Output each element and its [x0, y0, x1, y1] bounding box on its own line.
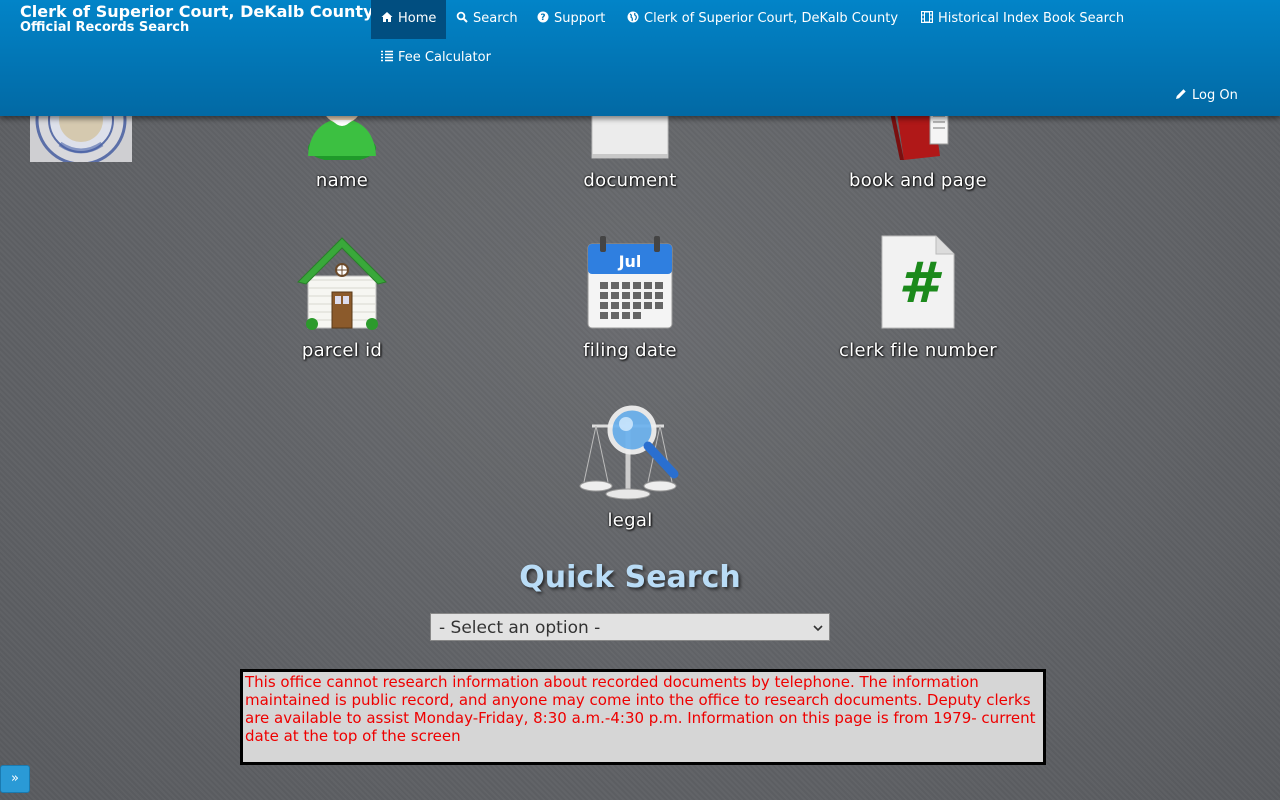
nav-historical-label: Historical Index Book Search [938, 11, 1125, 26]
film-icon [921, 11, 933, 23]
nav-fee-label: Fee Calculator [398, 50, 491, 65]
question-circle-icon: ? [537, 11, 549, 23]
tile-label-clerk-file: clerk file number [838, 340, 997, 361]
pencil-icon [1175, 88, 1187, 100]
globe-icon [627, 11, 639, 23]
nav-logon-label: Log On [1192, 88, 1238, 103]
brand[interactable]: Clerk of Superior Court, DeKalb County O… [20, 3, 374, 35]
top-navbar: Clerk of Superior Court, DeKalb County O… [0, 0, 1280, 116]
tile-label-book-page: book and page [848, 170, 988, 191]
tile-label-document: document [583, 170, 677, 191]
nav-search-label: Search [473, 11, 518, 26]
nav-home[interactable]: Home [371, 0, 447, 39]
tile-label-filing-date: filing date [583, 340, 677, 361]
calendar-month-text: Jul [618, 252, 642, 271]
house-icon [297, 237, 387, 330]
nav-support[interactable]: ? Support [527, 0, 615, 39]
home-icon [381, 11, 393, 23]
quick-search-title: Quick Search [519, 560, 741, 595]
calendar-icon: Jul [587, 236, 673, 329]
site-title: Clerk of Superior Court, DeKalb County [20, 2, 374, 21]
tile-label-name: name [315, 170, 369, 191]
tile-filing-date-search[interactable]: Jul filing date [530, 234, 730, 364]
chevron-down-icon [813, 625, 823, 632]
site-subtitle: Official Records Search [20, 20, 190, 35]
nav-clerk[interactable]: Clerk of Superior Court, DeKalb County [617, 0, 908, 39]
search-icon [456, 11, 468, 23]
nav-fee-calculator[interactable]: Fee Calculator [371, 39, 501, 78]
quick-search-select[interactable]: - Select an option - [430, 613, 830, 641]
expand-panel-button[interactable]: » [0, 765, 30, 793]
nav-home-label: Home [398, 11, 437, 26]
nav-log-on[interactable]: Log On [1165, 77, 1248, 116]
nav-clerk-label: Clerk of Superior Court, DeKalb County [644, 11, 899, 26]
tile-legal-search[interactable]: legal [530, 402, 730, 534]
notice-text: This office cannot research information … [245, 673, 1036, 745]
tile-label-parcel: parcel id [301, 340, 383, 361]
svg-text:?: ? [540, 13, 545, 23]
hash-glyph: # [899, 251, 943, 316]
scales-magnifier-icon [579, 405, 679, 500]
tile-clerk-file-number-search[interactable]: # clerk file number [818, 234, 1018, 364]
tile-parcel-id-search[interactable]: parcel id [242, 234, 442, 364]
list-icon [381, 50, 393, 62]
quick-search-selected-value: - Select an option - [439, 618, 601, 638]
notice-box: This office cannot research information … [240, 669, 1046, 765]
tile-label-legal: legal [607, 510, 653, 531]
hash-document-icon: # [881, 235, 955, 329]
nav-search[interactable]: Search [446, 0, 528, 39]
nav-historical[interactable]: Historical Index Book Search [911, 0, 1134, 39]
nav-support-label: Support [554, 11, 606, 26]
